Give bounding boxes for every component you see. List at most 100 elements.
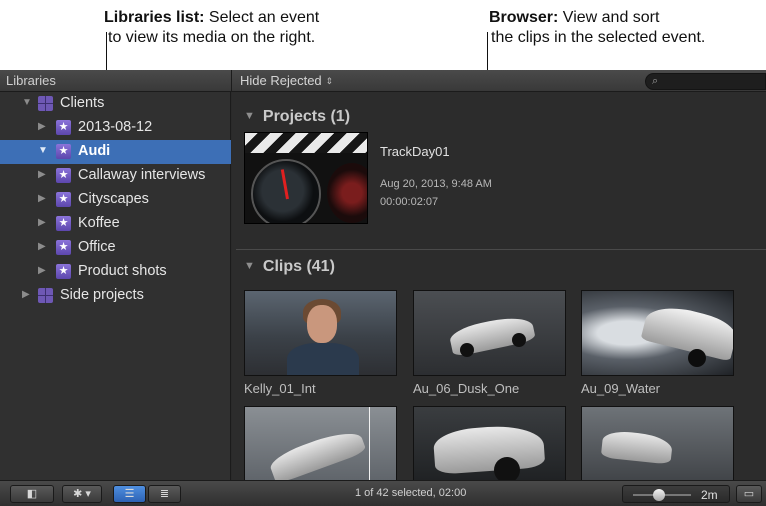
disclosure-triangle-icon[interactable]: ▶: [22, 289, 30, 300]
event-star-icon: ★: [56, 216, 71, 231]
sidebar-item-label: Callaway interviews: [78, 167, 206, 183]
speedometer-image: [251, 159, 321, 223]
libraries-callout: Libraries list: Select an event to view …: [104, 8, 319, 48]
sidebar-item-callaway-interviews[interactable]: ▶ ★ Callaway interviews: [0, 164, 231, 188]
disclosure-triangle-icon[interactable]: ▼: [244, 110, 255, 122]
sidebar-item-label: Product shots: [78, 263, 167, 279]
header-bar: Libraries Hide Rejected ⇕ ⌕: [0, 70, 766, 92]
clip-appearance-button[interactable]: ▭: [736, 485, 762, 503]
gauge-needle: [280, 169, 289, 200]
clip-filter-label: Hide Rejected: [240, 73, 322, 88]
sidebar-item-side-projects[interactable]: ▶ Side projects: [0, 284, 231, 308]
disclosure-triangle-icon[interactable]: ▶: [38, 193, 46, 204]
sidebar-item-clients[interactable]: ▼ Clients: [0, 92, 231, 116]
event-star-icon: ★: [56, 240, 71, 255]
project-date: Aug 20, 2013, 9:48 AM: [380, 178, 492, 190]
clapper-icon: [245, 133, 367, 153]
sidebar-item-label: Clients: [60, 95, 105, 111]
clip-item[interactable]: [244, 406, 397, 480]
event-star-icon: ★: [56, 264, 71, 279]
project-name[interactable]: TrackDay01: [380, 144, 450, 159]
header-divider: [231, 70, 232, 92]
sidebar-item-audi[interactable]: ▼ ★ Audi: [0, 140, 231, 164]
clip-filter-popup[interactable]: Hide Rejected ⇕: [240, 73, 333, 88]
disclosure-triangle-icon[interactable]: ▶: [38, 121, 46, 132]
zoom-slider-knob[interactable]: [653, 489, 665, 501]
event-star-icon: ★: [56, 192, 71, 207]
list-view-button[interactable]: ≣: [148, 485, 181, 503]
libraries-callout-text-1: Select an event: [204, 9, 320, 26]
disclosure-triangle-icon[interactable]: ▶: [38, 265, 46, 276]
library-icon: [38, 96, 53, 111]
zoom-value: 2m: [701, 488, 718, 502]
sidebar-item-label: Office: [78, 239, 116, 255]
event-star-icon: ★: [56, 120, 71, 135]
list-icon: ≣: [159, 488, 170, 500]
section-divider: [236, 249, 766, 250]
action-menu-button[interactable]: ✱ ▾: [62, 485, 102, 503]
sidebar-item-label: 2013-08-12: [78, 119, 153, 135]
selection-status: 1 of 42 selected, 02:00: [355, 487, 467, 499]
clips-section-header[interactable]: ▼ Clips (41): [244, 258, 335, 276]
event-star-icon: ★: [56, 168, 71, 183]
search-input[interactable]: ⌕: [645, 73, 766, 90]
sidebar-item-label: Cityscapes: [78, 191, 149, 207]
clip-zoom-control[interactable]: 2m: [622, 485, 730, 503]
browser-callout-title: Browser:: [489, 9, 559, 26]
clip-item[interactable]: [413, 406, 566, 480]
event-star-icon: ★: [56, 144, 71, 159]
projects-section-header[interactable]: ▼ Projects (1): [244, 108, 350, 126]
clip-name: Au_09_Water: [581, 381, 661, 396]
filmstrip-icon: ☰: [124, 488, 135, 500]
clip-thumbnail[interactable]: [244, 406, 397, 480]
filmstrip-appearance-icon: ▭: [743, 488, 755, 500]
clip-item[interactable]: Au_06_Dusk_One: [413, 290, 566, 399]
disclosure-triangle-icon[interactable]: ▶: [38, 169, 46, 180]
bottom-toolbar: ◧ ✱ ▾ ☰ ≣ 1 of 42 selected, 02:00 2m ▭: [0, 480, 766, 506]
clip-thumbnail[interactable]: [581, 290, 734, 376]
clip-thumbnail[interactable]: [413, 290, 566, 376]
libraries-sidebar: ▼ Clients ▶ ★ 2013-08-12 ▼ ★ Audi ▶ ★ Ca…: [0, 92, 231, 480]
disclosure-triangle-icon[interactable]: ▼: [38, 145, 48, 156]
sidebar-item-office[interactable]: ▶ ★ Office: [0, 236, 231, 260]
filmstrip-view-button[interactable]: ☰: [113, 485, 146, 503]
updown-arrows-icon: ⇕: [325, 76, 334, 86]
project-thumbnail[interactable]: [244, 132, 368, 224]
browser-pane: ▼ Projects (1) TrackDay01 Aug 20, 2013, 9…: [232, 92, 766, 480]
disclosure-triangle-icon[interactable]: ▶: [38, 241, 46, 252]
clip-name: Au_06_Dusk_One: [413, 381, 520, 396]
browser-callout-text-2: the clips in the selected event.: [491, 29, 706, 46]
sidebar-item-label: Audi: [78, 143, 111, 159]
libraries-callout-title: Libraries list:: [104, 9, 205, 26]
sidebar-item-2013-08-12[interactable]: ▶ ★ 2013-08-12: [0, 116, 231, 140]
libraries-callout-text-2: to view its media on the right.: [108, 29, 316, 46]
disclosure-triangle-icon[interactable]: ▼: [244, 260, 255, 272]
clip-thumbnail[interactable]: [581, 406, 734, 480]
clip-item[interactable]: Kelly_01_Int: [244, 290, 397, 399]
gear-icon: ✱ ▾: [73, 488, 91, 500]
browser-callout-line: [487, 32, 488, 70]
tachometer-image: [327, 163, 367, 223]
sidebar-toggle-icon: ◧: [26, 488, 38, 500]
browser-callout: Browser: View and sort the clips in the …: [489, 8, 706, 48]
sidebar-item-label: Koffee: [78, 215, 120, 231]
projects-section-title: Projects (1): [262, 108, 351, 125]
clip-thumbnail[interactable]: [244, 290, 397, 376]
clip-item[interactable]: Au_09_Water: [581, 290, 734, 399]
playhead: [369, 407, 370, 480]
libraries-callout-line: [106, 32, 107, 70]
clip-thumbnail[interactable]: [413, 406, 566, 480]
clips-section-title: Clips (41): [262, 258, 335, 275]
libraries-header-label: Libraries: [6, 73, 56, 88]
show-libraries-button[interactable]: ◧: [10, 485, 54, 503]
search-icon: ⌕: [652, 75, 659, 87]
sidebar-item-cityscapes[interactable]: ▶ ★ Cityscapes: [0, 188, 231, 212]
project-duration: 00:00:02:07: [380, 196, 439, 208]
sidebar-item-product-shots[interactable]: ▶ ★ Product shots: [0, 260, 231, 284]
clip-item[interactable]: [581, 406, 734, 480]
disclosure-triangle-icon[interactable]: ▶: [38, 217, 46, 228]
library-icon: [38, 288, 53, 303]
sidebar-item-koffee[interactable]: ▶ ★ Koffee: [0, 212, 231, 236]
disclosure-triangle-icon[interactable]: ▼: [22, 97, 32, 108]
app-window: Libraries Hide Rejected ⇕ ⌕ ▼ Clients ▶ ★…: [0, 70, 766, 506]
